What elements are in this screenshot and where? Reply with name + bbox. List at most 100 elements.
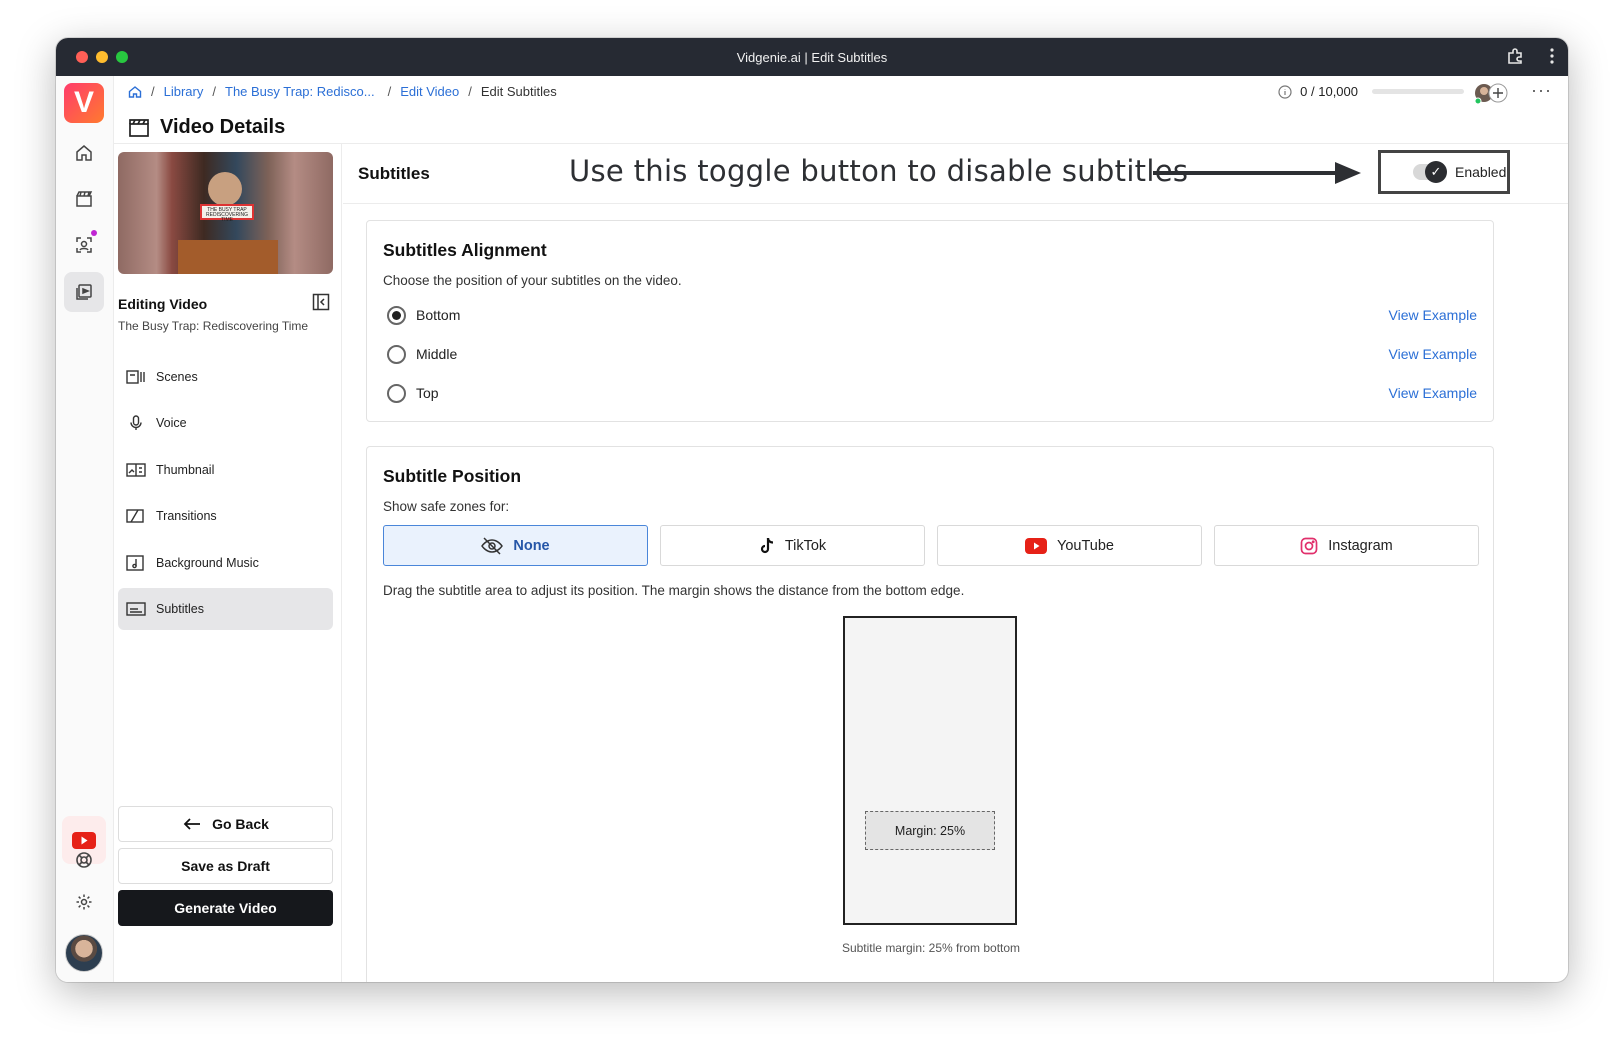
margin-caption: Subtitle margin: 25% from bottom [841, 941, 1021, 955]
nav-background-music[interactable]: Background Music [118, 542, 333, 584]
alignment-description: Choose the position of your subtitles on… [383, 273, 682, 288]
save-draft-button[interactable]: Save as Draft [118, 848, 333, 884]
go-back-button[interactable]: Go Back [118, 806, 333, 842]
nav-thumbnail[interactable]: Thumbnail [118, 449, 333, 491]
help-nav-button[interactable] [64, 840, 104, 880]
editor-sidebar: THE BUSY TRAP REDISCOVERING TIME Editing… [114, 144, 342, 982]
video-library-icon [76, 284, 92, 300]
clapperboard-icon [129, 118, 149, 137]
user-avatar[interactable] [65, 934, 103, 972]
alignment-option-bottom[interactable]: Bottom View Example [387, 303, 1477, 327]
browser-menu-icon[interactable] [1550, 48, 1554, 64]
video-preview-frame: Margin: 25% [843, 616, 1017, 925]
breadcrumb: / Library / The Busy Trap: Redisco... / … [128, 84, 557, 99]
app-logo[interactable]: V [64, 83, 104, 123]
tiktok-icon [760, 537, 773, 553]
team-avatars[interactable] [1474, 82, 1510, 105]
breadcrumb-library[interactable]: Library [164, 84, 204, 99]
annotation-highlight-box: ✓ Enabled [1378, 150, 1510, 194]
breadcrumb-separator: / [212, 84, 216, 99]
arrow-left-icon [183, 818, 201, 830]
breadcrumb-edit-video[interactable]: Edit Video [400, 84, 459, 99]
zoom-window-button[interactable] [116, 51, 128, 63]
zone-label: TikTok [784, 537, 827, 554]
app-window: Vidgenie.ai | Edit Subtitles V / Library… [56, 38, 1568, 982]
nav-voice[interactable]: Voice [118, 402, 333, 444]
breadcrumb-separator: / [468, 84, 472, 99]
annotation-text: Use this toggle button to disable subtit… [569, 154, 1189, 188]
zone-instagram-button[interactable]: Instagram [1214, 525, 1479, 566]
view-example-link[interactable]: View Example [1389, 346, 1477, 362]
nav-label: Scenes [156, 370, 198, 384]
instagram-icon [1300, 537, 1318, 554]
videos-nav-button[interactable] [64, 179, 104, 219]
breadcrumb-current: Edit Subtitles [480, 84, 557, 99]
view-example-link[interactable]: View Example [1389, 307, 1477, 323]
subtitle-drag-area[interactable]: Margin: 25% [865, 811, 995, 850]
subtitles-header: Subtitles Use this toggle button to disa… [343, 144, 1568, 204]
home-icon[interactable] [128, 85, 142, 99]
scenes-icon [126, 370, 145, 384]
alignment-option-middle[interactable]: Middle View Example [387, 342, 1477, 366]
zone-label: YouTube [1057, 537, 1114, 554]
window-controls [76, 51, 128, 63]
notification-dot [91, 230, 97, 236]
go-back-label: Go Back [212, 816, 269, 832]
eye-off-icon [481, 536, 504, 555]
generate-video-button[interactable]: Generate Video [118, 890, 333, 926]
alignment-card: Subtitles Alignment Choose the position … [366, 220, 1494, 422]
breadcrumb-separator: / [151, 84, 155, 99]
zone-none-button[interactable]: None [383, 525, 648, 566]
position-title: Subtitle Position [383, 466, 522, 486]
annotation-arrow-icon [1153, 162, 1361, 184]
avatars-nav-button[interactable] [64, 225, 104, 265]
radio-button[interactable] [387, 383, 406, 403]
nav-label: Transitions [156, 509, 217, 523]
face-scan-icon [76, 237, 92, 253]
transitions-icon [126, 509, 144, 523]
breadcrumb-video[interactable]: The Busy Trap: Redisco... [225, 84, 375, 99]
editing-heading: Editing Video [118, 296, 208, 312]
extensions-icon[interactable] [1506, 47, 1524, 65]
alignment-title: Subtitles Alignment [383, 240, 547, 260]
info-icon[interactable] [1278, 84, 1292, 99]
nav-transitions[interactable]: Transitions [118, 495, 333, 537]
close-window-button[interactable] [76, 51, 88, 63]
zone-label: None [513, 537, 550, 554]
home-icon [76, 145, 92, 161]
alignment-option-top[interactable]: Top View Example [387, 381, 1477, 405]
zone-youtube-button[interactable]: YouTube [937, 525, 1202, 566]
main-content: Subtitles Use this toggle button to disa… [343, 144, 1568, 982]
editing-video-title: The Busy Trap: Rediscovering Time [118, 319, 309, 333]
more-options-icon[interactable]: ··· [1531, 80, 1552, 101]
window-title: Vidgenie.ai | Edit Subtitles [736, 49, 888, 65]
collapse-panel-icon[interactable] [312, 293, 330, 316]
nav-label: Subtitles [156, 602, 204, 616]
title-bar: Vidgenie.ai | Edit Subtitles [56, 38, 1568, 76]
subtitles-toggle[interactable]: ✓ [1413, 161, 1447, 183]
music-icon [126, 555, 144, 571]
position-instructions: Drag the subtitle area to adjust its pos… [383, 583, 965, 598]
thumbnail-icon [126, 463, 146, 477]
nav-label: Voice [156, 416, 187, 430]
radio-button[interactable] [387, 305, 406, 325]
credits-text: 0 / 10,000 [1300, 84, 1358, 99]
settings-nav-button[interactable] [64, 882, 104, 922]
page-title: Video Details [128, 116, 285, 139]
checkmark-icon: ✓ [1425, 161, 1447, 183]
video-thumbnail[interactable]: THE BUSY TRAP REDISCOVERING TIME [118, 152, 333, 274]
nav-scenes[interactable]: Scenes [118, 356, 333, 398]
view-example-link[interactable]: View Example [1389, 385, 1477, 401]
gear-icon [76, 894, 92, 910]
radio-button[interactable] [387, 344, 406, 364]
editor-nav-button[interactable] [64, 272, 104, 312]
zone-tiktok-button[interactable]: TikTok [660, 525, 925, 566]
position-card: Subtitle Position Show safe zones for: N… [366, 446, 1494, 982]
minimize-window-button[interactable] [96, 51, 108, 63]
toggle-label: Enabled [1455, 164, 1507, 180]
credits-progress-bar [1372, 89, 1464, 94]
thumbnail-sign: THE BUSY TRAP REDISCOVERING TIME [200, 204, 254, 223]
home-nav-button[interactable] [64, 133, 104, 173]
nav-subtitles[interactable]: Subtitles [118, 588, 333, 630]
subtitles-icon [126, 602, 146, 616]
